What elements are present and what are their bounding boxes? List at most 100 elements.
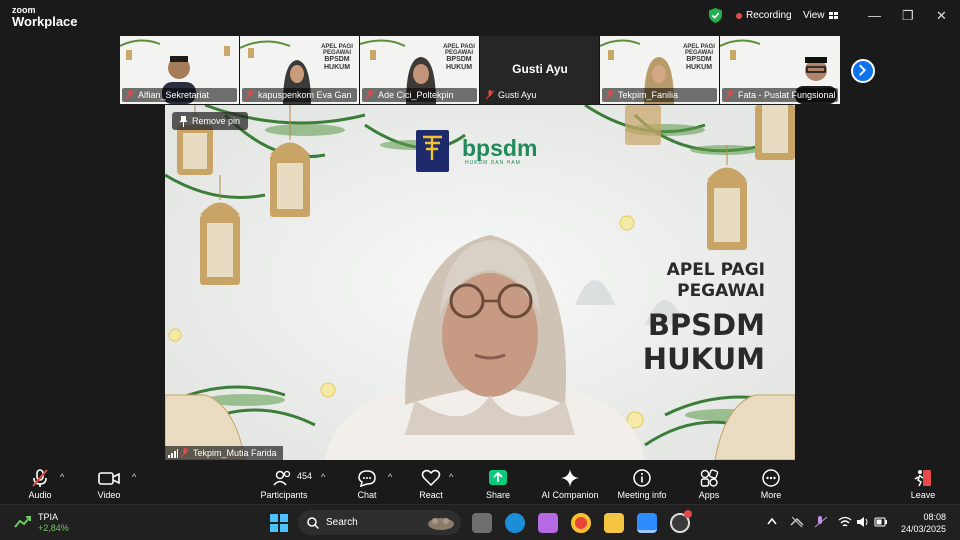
search-highlight-icon xyxy=(428,518,454,530)
windows-start-icon[interactable] xyxy=(270,514,288,532)
participants-options-caret[interactable]: ^ xyxy=(321,472,325,482)
grid-view-icon xyxy=(828,11,838,19)
thumb-name-label: Ade Cici_Poltekpin xyxy=(362,88,477,102)
chrome-browser-icon[interactable] xyxy=(571,513,591,533)
stock-widget[interactable]: TPIA +2,84% xyxy=(38,512,69,534)
apel-banner-text: APEL PAGI PEGAWAI BPSDM HUKUM xyxy=(635,260,765,376)
participant-thumb[interactable]: Fata - Puslat Fungsional xyxy=(720,36,840,104)
share-button[interactable]: Share xyxy=(481,462,515,504)
thumb-name-label: Alfian_Sekretariat xyxy=(122,88,237,102)
clock[interactable]: 08:08 24/03/2025 xyxy=(890,511,946,535)
thumb-name-label: Gusti Ayu xyxy=(482,88,597,102)
thumb-name: Alfian_Sekretariat xyxy=(138,90,210,100)
clock-time: 08:08 xyxy=(923,512,946,522)
participants-button[interactable]: Participants xyxy=(258,462,310,504)
remove-pin-label: Remove pin xyxy=(192,116,241,126)
chevron-up-icon[interactable] xyxy=(767,517,777,525)
thumb-name: Fata - Puslat Fungsional xyxy=(738,90,836,100)
view-button[interactable]: View xyxy=(803,10,839,21)
muted-mic-icon xyxy=(180,448,190,458)
copilot-icon[interactable] xyxy=(538,513,558,533)
title-bar: zoom Workplace Recording View — ❐ ✕ xyxy=(0,0,960,32)
react-button[interactable]: React xyxy=(414,462,448,504)
search-placeholder: Search xyxy=(326,517,358,528)
chat-label: Chat xyxy=(357,490,377,500)
react-label: React xyxy=(419,490,443,500)
ai-companion-label: AI Companion xyxy=(541,490,599,500)
file-explorer-icon[interactable] xyxy=(604,513,624,533)
leave-button[interactable]: Leave xyxy=(907,462,939,504)
task-view-icon[interactable] xyxy=(472,513,492,533)
banner-line2: PEGAWAI xyxy=(677,281,765,301)
leave-door-icon xyxy=(914,470,931,487)
thumb-banner-text: APEL PAGI PEGAWAI BPSDM HUKUM xyxy=(321,44,353,71)
share-label: Share xyxy=(485,490,511,500)
main-video[interactable]: bpsdm HUKUM DAN HAM APEL PAGI PEGAWAI BP… xyxy=(165,105,795,460)
minimize-button[interactable]: — xyxy=(868,8,881,23)
stock-name: TPIA xyxy=(38,512,59,522)
stock-change: +2,84% xyxy=(38,523,69,533)
apps-button[interactable]: Apps xyxy=(693,462,725,504)
muted-mic-icon xyxy=(725,90,735,100)
audio-label: Audio xyxy=(28,490,52,500)
close-button[interactable]: ✕ xyxy=(936,8,947,24)
muted-mic-icon xyxy=(245,90,255,100)
participant-thumb[interactable]: APEL PAGI PEGAWAI BPSDM HUKUM Tekpim_Fanili… xyxy=(600,36,720,104)
edge-browser-icon[interactable] xyxy=(505,513,525,533)
battery-icon[interactable] xyxy=(874,516,888,528)
banner-line1: APEL PAGI xyxy=(666,260,765,280)
audio-options-caret[interactable]: ^ xyxy=(60,472,64,482)
wifi-icon[interactable] xyxy=(838,515,852,529)
more-icon xyxy=(762,469,780,487)
muted-mic-icon xyxy=(365,90,375,100)
record-dot-icon xyxy=(736,12,742,19)
zoom-logo: zoom Workplace xyxy=(12,5,78,28)
participant-thumb[interactable]: Gusti Ayu Gusti Ayu xyxy=(480,36,600,104)
ai-companion-button[interactable]: AI Companion xyxy=(538,462,602,504)
info-icon xyxy=(633,469,651,487)
windows-taskbar: TPIA +2,84% Search 08:08 24/03/2025 xyxy=(0,504,960,540)
participant-thumb[interactable]: Alfian_Sekretariat xyxy=(120,36,240,104)
thumb-banner-text: APEL PAGI PEGAWAI BPSDM HUKUM xyxy=(443,44,475,71)
meeting-info-label: Meeting info xyxy=(617,490,667,500)
app-icon-with-badge[interactable] xyxy=(670,510,692,533)
next-page-button[interactable] xyxy=(851,59,875,83)
thumb-name-label: kapuspenkom Eva Gan xyxy=(242,88,357,102)
more-label: More xyxy=(760,490,782,500)
thumb-name-label: Tekpim_Fanilia xyxy=(602,88,717,102)
apps-label: Apps xyxy=(698,490,720,500)
leave-label: Leave xyxy=(910,490,936,500)
participants-label: Participants xyxy=(260,490,308,500)
participant-thumb[interactable]: APEL PAGI PEGAWAI BPSDM HUKUM Ade Cici_Polt… xyxy=(360,36,480,104)
react-options-caret[interactable]: ^ xyxy=(449,472,453,482)
recording-indicator[interactable]: Recording xyxy=(736,10,792,21)
meeting-info-button[interactable]: Meeting info xyxy=(613,462,671,504)
video-options-caret[interactable]: ^ xyxy=(132,472,136,482)
muted-mic-icon xyxy=(125,90,135,100)
thumb-name: kapuspenkom Eva Gan xyxy=(258,90,352,100)
mic-in-use-icon[interactable] xyxy=(813,515,829,529)
network-off-icon[interactable] xyxy=(790,515,804,529)
video-button[interactable]: Video xyxy=(92,462,126,504)
participants-icon xyxy=(273,470,291,486)
zoom-app-icon[interactable] xyxy=(637,513,657,533)
maximize-button[interactable]: ❐ xyxy=(902,8,914,24)
security-shield-icon[interactable] xyxy=(709,8,722,23)
banner-line4: HUKUM xyxy=(642,342,765,376)
thumb-banner-text: APEL PAGI PEGAWAI BPSDM HUKUM xyxy=(683,44,715,71)
main-participant-label: Tekpim_Mutia Farida xyxy=(165,446,283,460)
participant-thumb[interactable]: APEL PAGI PEGAWAI BPSDM HUKUM kapuspenkom E… xyxy=(240,36,360,104)
signal-strength-icon xyxy=(168,449,178,458)
notification-badge xyxy=(684,510,692,518)
thumb-name: Ade Cici_Poltekpin xyxy=(378,90,454,100)
taskbar-search[interactable]: Search xyxy=(298,510,461,535)
thumb-name: Tekpim_Fanilia xyxy=(618,90,679,100)
audio-button[interactable]: Audio xyxy=(22,462,58,504)
chat-options-caret[interactable]: ^ xyxy=(388,472,392,482)
volume-icon[interactable] xyxy=(856,515,870,529)
more-button[interactable]: More xyxy=(755,462,787,504)
remove-pin-button[interactable]: Remove pin xyxy=(172,112,249,130)
chat-button[interactable]: Chat xyxy=(352,462,382,504)
muted-mic-icon xyxy=(32,469,48,487)
participants-count: 454 xyxy=(297,471,313,481)
